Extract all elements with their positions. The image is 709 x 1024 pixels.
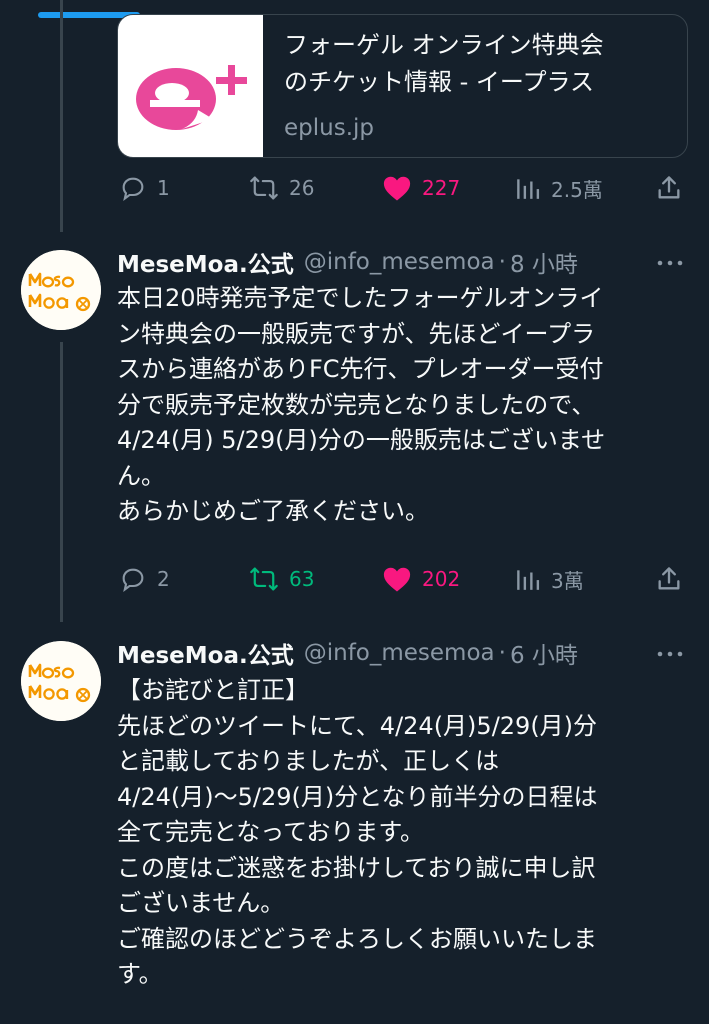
views-count: 2.5萬 [551,177,603,202]
tweet-header: MeseMoa.公式 @info_mesemoa · 8 小時 [117,245,578,279]
views-count: 3萬 [551,568,584,593]
card-domain: eplus.jp [284,115,375,141]
retweet-icon [250,176,278,200]
share-button[interactable] [655,559,683,599]
share-icon [658,567,680,590]
more-horizontal-icon [657,260,683,266]
avatar[interactable] [21,641,101,721]
separator-dot: · [498,249,506,275]
tweet-header: MeseMoa.公式 @info_mesemoa · 6 小時 [117,636,578,670]
reply-button[interactable]: 1 [119,168,170,208]
card-title[interactable]: フォーゲル オンライン特典会 のチケット情報 - イープラス [284,27,604,101]
share-icon [658,176,680,199]
thread-line [60,342,63,622]
username[interactable]: @info_mesemoa [304,249,495,275]
display-name[interactable]: MeseMoa.公式 [117,636,294,670]
tweet-text: 【お詫びと訂正】 先ほどのツイートにて、4/24(月)5/29(月)分 と記載し… [117,676,598,988]
mesemoa-logo-icon [21,250,101,330]
tweet-text: 本日20時発売予定でしたフォーゲルオンライ ン特典会の一般販売ですが、先ほどイー… [117,284,606,525]
like-count: 202 [422,567,461,591]
heart-filled-icon [383,567,411,592]
views-button[interactable]: 2.5萬 [515,168,603,208]
retweet-icon [250,567,278,591]
reply-button[interactable]: 2 [119,559,170,599]
thread-line [60,0,63,232]
action-bar: 1 26 227 2.5萬 [117,168,689,208]
reply-count: 2 [157,567,170,591]
timestamp[interactable]: 6 小時 [510,636,578,670]
more-options-button[interactable] [655,248,685,278]
eplus-logo-icon [118,15,263,157]
display-name[interactable]: MeseMoa.公式 [117,245,294,279]
heart-filled-icon [383,176,411,201]
reply-icon [122,177,144,202]
more-options-button[interactable] [655,639,685,669]
like-count: 227 [422,176,461,200]
views-chart-icon [517,179,540,199]
avatar[interactable] [21,250,101,330]
like-button[interactable]: 227 [382,168,460,208]
separator-dot: · [498,640,506,666]
retweet-count: 63 [289,567,315,591]
reply-icon [122,568,144,593]
retweet-button[interactable]: 26 [249,168,314,208]
reply-count: 1 [157,176,170,200]
retweet-count: 26 [289,176,315,200]
action-bar: 2 63 202 3萬 [117,559,689,599]
mesemoa-logo-icon [21,641,101,721]
link-preview-card[interactable]: フォーゲル オンライン特典会 のチケット情報 - イープラス eplus.jp [117,14,688,158]
username[interactable]: @info_mesemoa [304,640,495,666]
like-button[interactable]: 202 [382,559,460,599]
share-button[interactable] [655,168,683,208]
views-button[interactable]: 3萬 [515,559,584,599]
timestamp[interactable]: 8 小時 [510,245,578,279]
retweet-button[interactable]: 63 [249,559,314,599]
more-horizontal-icon [657,651,683,657]
views-chart-icon [517,570,540,590]
